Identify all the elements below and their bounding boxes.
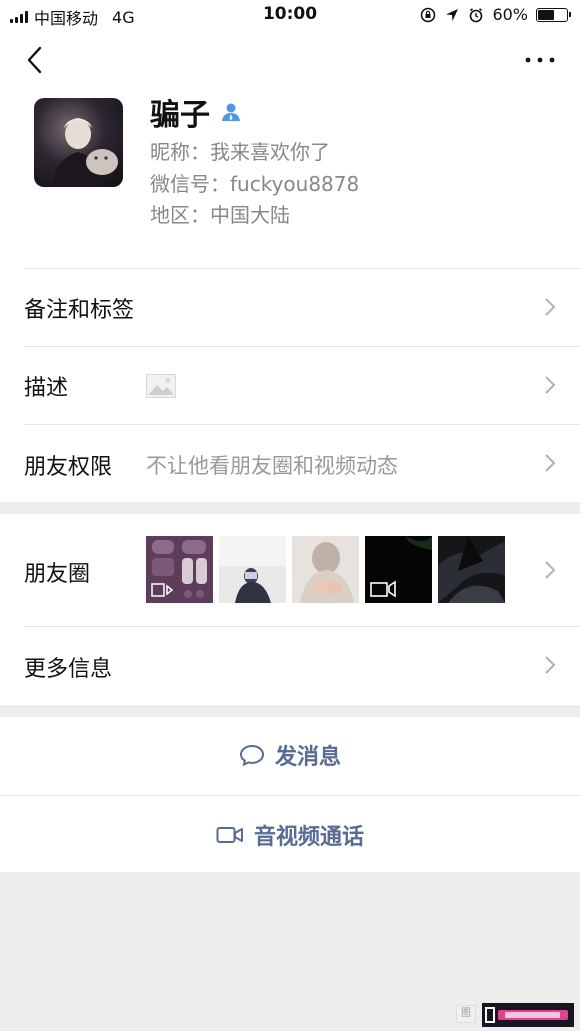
region-label: 地区： (150, 203, 210, 227)
location-icon (446, 8, 459, 21)
description-row[interactable]: 描述 (0, 346, 580, 424)
wechat-id-label: 微信号： (150, 172, 230, 196)
moments-thumb (365, 536, 432, 603)
remark-tags-label: 备注和标签 (24, 298, 135, 323)
nav-bar (0, 30, 580, 88)
region-line: 地区：中国大陆 (150, 199, 290, 228)
permissions-label: 朋友权限 (24, 455, 113, 480)
chevron-left-icon[interactable] (18, 42, 54, 78)
status-icons: 60% (420, 5, 571, 24)
battery-percent: 60% (492, 5, 528, 24)
chat-bubble-icon (239, 744, 264, 767)
person-icon (222, 103, 240, 121)
remark-tags-row[interactable]: 备注和标签 (0, 268, 580, 346)
name-row: 骗子 (150, 90, 242, 134)
battery-icon (536, 7, 571, 22)
profile-card: 骗子 昵称：我来喜欢你了 微信号：fuckyou8878 地区：中国大陆 (0, 88, 580, 268)
rotation-lock-icon (421, 7, 436, 22)
alarm-icon (470, 7, 483, 22)
wechat-id-line: 微信号：fuckyou8878 (150, 168, 359, 197)
avatar-image (52, 118, 118, 187)
avatar[interactable] (34, 98, 123, 187)
nickname-line: 昵称：我来喜欢你了 (150, 136, 330, 165)
watermark-logo (482, 1003, 574, 1027)
status-bar: 中国移动 4G 10:00 60% (0, 0, 580, 30)
chevron-right-icon (545, 298, 556, 316)
chevron-right-icon (545, 656, 556, 674)
chevron-right-icon (545, 561, 556, 579)
video-call-button[interactable]: 音视频通话 (0, 795, 580, 872)
nickname-value: 我来喜欢你了 (210, 140, 330, 164)
moments-thumb (292, 536, 359, 603)
chevron-right-icon (545, 454, 556, 472)
moments-thumb (438, 536, 505, 603)
divider (24, 268, 580, 269)
more-info-row[interactable]: 更多信息 (0, 626, 580, 705)
moments-thumb (146, 536, 213, 603)
image-icon[interactable] (146, 374, 176, 398)
description-label: 描述 (24, 376, 69, 401)
permissions-value: 不让他看朋友圈和视频动态 (146, 454, 398, 478)
video-call-label: 音视频通话 (253, 825, 364, 850)
more-info-label: 更多信息 (24, 657, 113, 682)
moments-row[interactable]: 朋友圈 (0, 514, 580, 626)
watermark-badge: 图 (456, 1005, 476, 1023)
divider (24, 424, 580, 425)
more-dots-icon[interactable] (522, 48, 558, 72)
moments-label: 朋友圈 (24, 562, 91, 587)
region-value: 中国大陆 (210, 203, 290, 227)
send-message-button[interactable]: 发消息 (0, 717, 580, 795)
moments-thumb (219, 536, 286, 603)
divider (24, 346, 580, 347)
video-camera-icon (216, 827, 243, 843)
send-message-label: 发消息 (274, 745, 341, 770)
contact-name: 骗子 (150, 98, 210, 133)
chevron-right-icon (545, 376, 556, 394)
nickname-label: 昵称： (150, 140, 210, 164)
divider (24, 626, 580, 627)
divider (0, 795, 580, 796)
permissions-row[interactable]: 朋友权限 不让他看朋友圈和视频动态 (0, 424, 580, 502)
wechat-id-value: fuckyou8878 (230, 172, 360, 196)
